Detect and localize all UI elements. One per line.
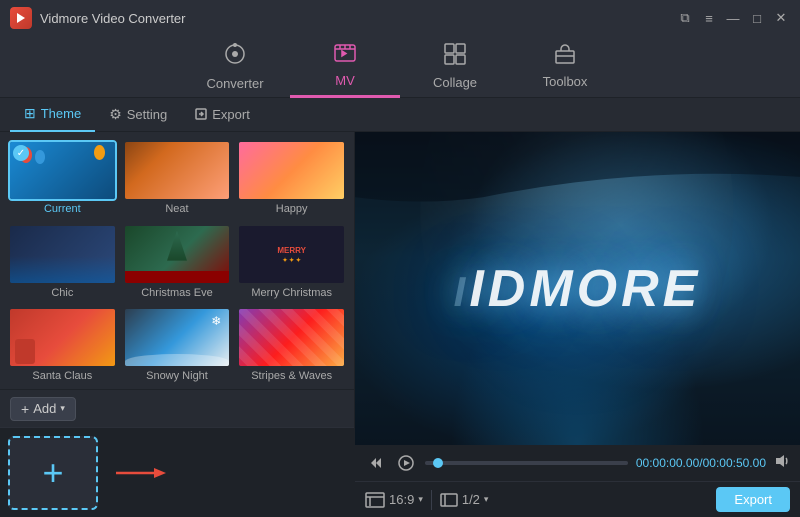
theme-item-christmas-eve[interactable]: Christmas Eve	[123, 224, 232, 302]
main-content: ✓ Current Neat Happy	[0, 132, 800, 517]
theme-thumb-merry-christmas: MERRY✦ ✦ ✦	[237, 224, 346, 285]
theme-thumb-christmas-eve	[123, 224, 232, 285]
theme-item-santa-claus[interactable]: Santa Claus	[8, 307, 117, 385]
toolbox-icon	[554, 44, 576, 70]
sub-tab-theme-label: Theme	[41, 106, 81, 121]
titlebar-controls: ⧉ ≡ — □ ✕	[676, 9, 790, 27]
theme-label-stripes-waves: Stripes & Waves	[251, 370, 332, 382]
tab-mv[interactable]: MV	[290, 36, 400, 98]
page-selector[interactable]: 1/2 ▾	[440, 492, 489, 507]
sub-toolbar: ⊞ Theme ⚙ Setting Export	[0, 98, 800, 132]
tab-mv-label: MV	[335, 73, 355, 88]
file-slot-wrapper: +	[8, 436, 98, 510]
theme-label-snowy-night: Snowy Night	[146, 370, 208, 382]
theme-item-merry-christmas[interactable]: MERRY✦ ✦ ✦ Merry Christmas	[237, 224, 346, 302]
rewind-button[interactable]	[365, 452, 387, 474]
add-chevron-icon: ▾	[60, 403, 65, 414]
progress-bar[interactable]	[425, 461, 628, 465]
right-panel: IIDMORE 00:00:00.00/00:00:50.00	[355, 132, 800, 517]
maximize-button[interactable]: □	[748, 9, 766, 27]
theme-thumb-neat	[123, 140, 232, 201]
play-button[interactable]	[395, 452, 417, 474]
theme-item-neat[interactable]: Neat	[123, 140, 232, 218]
add-label: Add	[33, 401, 56, 416]
add-button[interactable]: + Add ▾	[10, 397, 76, 421]
add-plus-icon: +	[21, 401, 29, 417]
theme-grid: ✓ Current Neat Happy	[0, 132, 354, 389]
menu-button[interactable]: ≡	[700, 9, 718, 27]
app-icon	[10, 7, 32, 29]
theme-label-current: Current	[44, 203, 81, 215]
titlebar: Vidmore Video Converter ⧉ ≡ — □ ✕	[0, 0, 800, 36]
theme-label-christmas-eve: Christmas Eve	[141, 287, 213, 299]
check-badge: ✓	[13, 145, 29, 161]
theme-thumb-chic	[8, 224, 117, 285]
preview-logo: IIDMORE	[454, 259, 702, 319]
theme-thumb-santa-claus	[8, 307, 117, 368]
theme-item-stripes-waves[interactable]: Stripes & Waves	[237, 307, 346, 385]
volume-button[interactable]	[774, 453, 790, 474]
tab-converter-label: Converter	[206, 76, 263, 91]
theme-item-current[interactable]: ✓ Current	[8, 140, 117, 218]
add-row: + Add ▾	[0, 389, 354, 427]
tab-converter[interactable]: Converter	[180, 36, 290, 98]
theme-thumb-stripes-waves	[237, 307, 346, 368]
arrow-indicator	[116, 465, 166, 481]
theme-label-santa-claus: Santa Claus	[32, 370, 92, 382]
converter-icon	[223, 42, 247, 72]
collage-icon	[444, 43, 466, 71]
tab-collage[interactable]: Collage	[400, 36, 510, 98]
tile-button[interactable]: ⧉	[676, 9, 694, 27]
theme-item-happy[interactable]: Happy	[237, 140, 346, 218]
divider	[431, 490, 432, 510]
export-button[interactable]: Export	[716, 487, 790, 512]
theme-label-happy: Happy	[276, 203, 308, 215]
tab-toolbox[interactable]: Toolbox	[510, 36, 620, 98]
player-controls: 00:00:00.00/00:00:50.00	[355, 445, 800, 481]
theme-item-chic[interactable]: Chic	[8, 224, 117, 302]
sub-tab-export[interactable]: Export	[181, 98, 264, 132]
aspect-ratio-chevron-icon: ▾	[418, 494, 423, 505]
theme-thumb-snowy-night: ❄	[123, 307, 232, 368]
tab-toolbox-label: Toolbox	[543, 74, 588, 89]
sub-tab-theme[interactable]: ⊞ Theme	[10, 98, 95, 132]
video-preview: IIDMORE	[355, 132, 800, 445]
page-label: 1/2	[462, 492, 480, 507]
sub-tab-setting-label: Setting	[127, 107, 167, 122]
nav-tabs: Converter MV Collage Toolbox	[0, 36, 800, 98]
bottom-bar: 16:9 ▾ 1/2 ▾ Export	[355, 481, 800, 517]
theme-item-snowy-night[interactable]: ❄ Snowy Night	[123, 307, 232, 385]
page-chevron-icon: ▾	[484, 494, 489, 505]
theme-thumb-current: ✓	[8, 140, 117, 201]
minimize-button[interactable]: —	[724, 9, 742, 27]
file-drop-area: +	[0, 427, 354, 517]
mv-icon	[333, 43, 357, 69]
sub-tab-setting[interactable]: ⚙ Setting	[95, 98, 181, 132]
tab-collage-label: Collage	[433, 75, 477, 90]
sub-tab-export-label: Export	[212, 107, 250, 122]
setting-sub-icon: ⚙	[109, 106, 122, 123]
theme-label-neat: Neat	[165, 203, 188, 215]
theme-label-chic: Chic	[51, 287, 73, 299]
file-add-slot[interactable]: +	[8, 436, 98, 510]
theme-thumb-happy	[237, 140, 346, 201]
theme-sub-icon: ⊞	[24, 105, 36, 122]
aspect-ratio-label: 16:9	[389, 492, 414, 507]
progress-handle[interactable]	[433, 458, 443, 468]
file-plus-icon: +	[42, 455, 63, 491]
left-panel: ✓ Current Neat Happy	[0, 132, 355, 517]
aspect-ratio-button[interactable]: 16:9 ▾	[365, 492, 423, 508]
theme-label-merry-christmas: Merry Christmas	[251, 287, 332, 299]
close-button[interactable]: ✕	[772, 9, 790, 27]
app-title: Vidmore Video Converter	[40, 11, 186, 26]
titlebar-left: Vidmore Video Converter	[10, 7, 186, 29]
export-sub-icon	[195, 107, 207, 123]
time-display: 00:00:00.00/00:00:50.00	[636, 456, 766, 470]
